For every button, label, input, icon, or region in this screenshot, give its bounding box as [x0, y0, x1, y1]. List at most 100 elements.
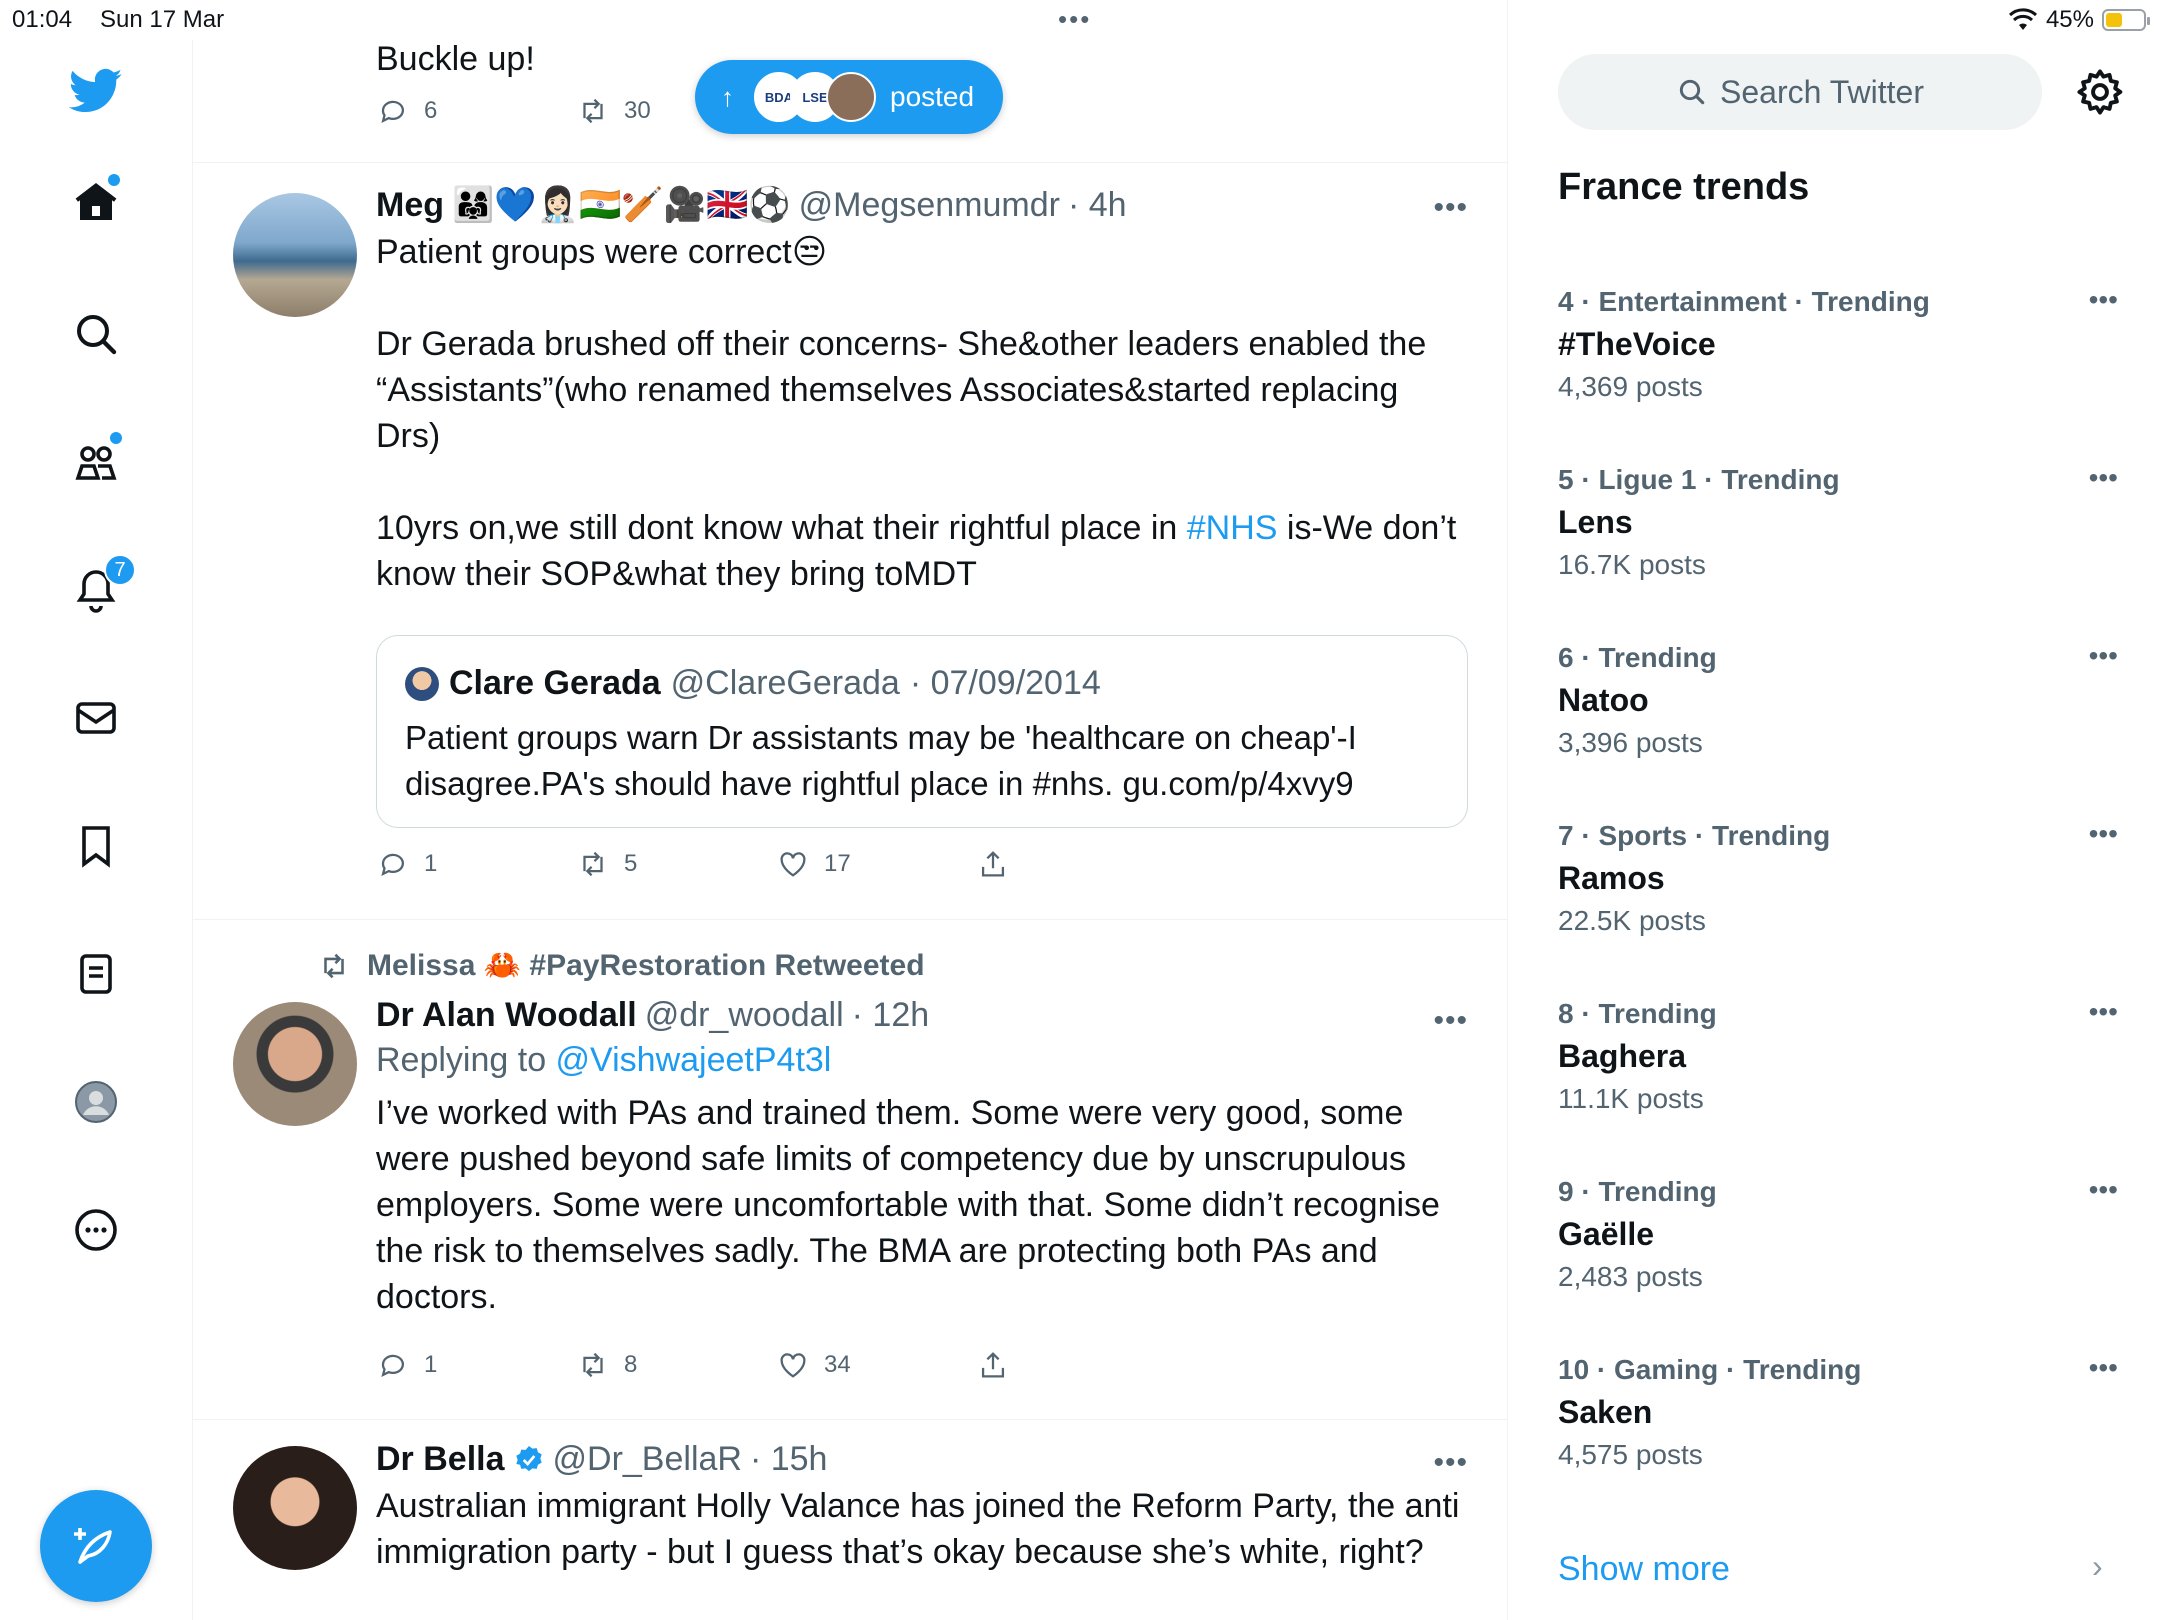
- retweet-button[interactable]: 8: [576, 1348, 776, 1382]
- like-button[interactable]: 34: [776, 1348, 976, 1382]
- tweet[interactable]: ••• Dr Bella @Dr_BellaR · 15h Australian…: [193, 1420, 1507, 1620]
- trend-count: 4,575 posts: [1558, 1439, 1703, 1470]
- share-icon: [981, 851, 1005, 877]
- reply-count: 1: [424, 1351, 438, 1378]
- search-input[interactable]: Search Twitter: [1558, 54, 2042, 130]
- trend-name: Ramos: [1558, 860, 1665, 896]
- author-name[interactable]: Dr Bella: [376, 1440, 505, 1479]
- trend-count: 3,396 posts: [1558, 727, 1703, 758]
- retweet-count: 30: [624, 97, 651, 124]
- trend-name: Baghera: [1558, 1038, 1687, 1074]
- like-button[interactable]: 17: [776, 847, 976, 881]
- trend-meta: 10 · Gaming · Trending: [1558, 1354, 1862, 1385]
- avatar[interactable]: [233, 193, 357, 317]
- author-handle[interactable]: @Megsenmumdr: [799, 186, 1060, 225]
- reply-button[interactable]: 6: [376, 94, 576, 128]
- explore-search-icon[interactable]: [60, 298, 132, 370]
- tweet[interactable]: ••• Meg 👨‍👩‍👧💙👩🏻‍⚕️🇮🇳🏏🎥🇬🇧⚽ @Megsenmumdr …: [193, 163, 1507, 920]
- like-count: 34: [824, 1351, 851, 1378]
- timeline[interactable]: Buckle up! 6 30 ↑ BDA LSE posted ••• Meg: [193, 0, 1508, 1620]
- tweet-time[interactable]: · 15h: [750, 1440, 828, 1479]
- trend-name: #TheVoice: [1558, 326, 1716, 362]
- trend-more-icon[interactable]: •••: [2089, 284, 2118, 316]
- trend-count: 11.1K posts: [1558, 1083, 1704, 1114]
- trend-more-icon[interactable]: •••: [2089, 1352, 2118, 1384]
- quote-author-handle: @ClareGerada: [670, 664, 900, 702]
- retweet-icon: [583, 1352, 603, 1378]
- avatar[interactable]: [233, 1446, 357, 1570]
- status-time: 01:04: [12, 6, 73, 33]
- pill-avatar-person: [826, 72, 876, 122]
- avatar[interactable]: [233, 1002, 357, 1126]
- author-name[interactable]: Dr Alan Woodall: [376, 996, 637, 1035]
- trend-meta: 4 · Entertainment · Trending: [1558, 286, 1930, 317]
- trend-item[interactable]: 7 · Sports · Trending Ramos 22.5K posts …: [1558, 818, 2118, 937]
- para3-text: 10yrs on,we still dont know what their r…: [376, 509, 1187, 547]
- new-posts-pill[interactable]: ↑ BDA LSE posted: [695, 60, 1003, 134]
- share-button[interactable]: [976, 847, 1176, 881]
- tweet-text: Australian immigrant Holly Valance has j…: [376, 1487, 1460, 1571]
- replying-to: Replying to @VishwajeetP4t3l: [376, 1041, 1468, 1080]
- trend-name: Gaëlle: [1558, 1216, 1655, 1252]
- retweet-button[interactable]: 5: [576, 847, 776, 881]
- tweet-time[interactable]: · 12h: [852, 996, 930, 1035]
- trend-more-icon[interactable]: •••: [2089, 640, 2118, 672]
- more-options-icon[interactable]: [60, 1194, 132, 1266]
- bookmarks-icon[interactable]: [60, 810, 132, 882]
- twitter-logo-icon[interactable]: [60, 54, 132, 126]
- reply-icon: [381, 853, 404, 877]
- retweeted-by[interactable]: Melissa 🦀 #PayRestoration Retweeted: [317, 948, 925, 983]
- trend-name: Natoo: [1558, 682, 1649, 718]
- retweet-icon: [583, 98, 603, 124]
- arrow-up-icon: ↑: [721, 81, 734, 112]
- author-name[interactable]: Meg: [376, 186, 444, 225]
- tweet[interactable]: Buckle up! 6 30 ↑ BDA LSE posted: [193, 0, 1507, 163]
- share-button[interactable]: [976, 1348, 1176, 1382]
- profile-avatar-icon[interactable]: [60, 1066, 132, 1138]
- tweet-time[interactable]: · 4h: [1068, 186, 1127, 225]
- messages-mail-icon[interactable]: [60, 682, 132, 754]
- trend-more-icon[interactable]: •••: [2089, 462, 2118, 494]
- quote-date: · 07/09/2014: [909, 664, 1101, 702]
- trend-count: 4,369 posts: [1558, 371, 1703, 402]
- author-handle[interactable]: @Dr_BellaR: [553, 1440, 742, 1479]
- retweet-count: 5: [624, 850, 638, 877]
- trend-item[interactable]: 10 · Gaming · Trending Saken 4,575 posts…: [1558, 1352, 2118, 1471]
- trend-meta: 8 · Trending: [1558, 998, 1717, 1029]
- replying-to-link[interactable]: @VishwajeetP4t3l: [556, 1041, 832, 1079]
- trend-name: Lens: [1558, 504, 1633, 540]
- reply-button[interactable]: 1: [376, 847, 576, 881]
- reply-button[interactable]: 1: [376, 1348, 576, 1382]
- quoted-tweet[interactable]: Clare Gerada @ClareGerada · 07/09/2014 P…: [376, 635, 1468, 828]
- home-icon[interactable]: [60, 166, 132, 238]
- notifications-bell-icon[interactable]: 7: [60, 554, 136, 626]
- quote-avatar: [405, 666, 439, 701]
- compose-tweet-button[interactable]: [40, 1490, 152, 1602]
- reply-icon: [381, 100, 404, 124]
- trend-name: Saken: [1558, 1394, 1653, 1430]
- chevron-right-icon: ›: [2092, 1548, 2103, 1584]
- trend-item[interactable]: 5 · Ligue 1 · Trending Lens 16.7K posts …: [1558, 462, 2118, 581]
- trend-item[interactable]: 4 · Entertainment · Trending #TheVoice 4…: [1558, 284, 2118, 403]
- trend-item[interactable]: 9 · Trending Gaëlle 2,483 posts •••: [1558, 1174, 2118, 1293]
- trend-more-icon[interactable]: •••: [2089, 1174, 2118, 1206]
- lists-icon[interactable]: [60, 938, 132, 1010]
- retweet-count: 8: [624, 1351, 638, 1378]
- show-more-link[interactable]: Show more: [1558, 1550, 1730, 1589]
- tweet-text-para3: 10yrs on,we still dont know what their r…: [376, 505, 1468, 597]
- wifi-icon: [2008, 8, 2037, 30]
- trend-count: 2,483 posts: [1558, 1261, 1703, 1292]
- communities-icon[interactable]: [60, 426, 132, 498]
- tweet[interactable]: Melissa 🦀 #PayRestoration Retweeted ••• …: [193, 920, 1507, 1420]
- trend-meta: 9 · Trending: [1558, 1176, 1717, 1207]
- trend-item[interactable]: 8 · Trending Baghera 11.1K posts •••: [1558, 996, 2118, 1115]
- hashtag-link[interactable]: #NHS: [1187, 509, 1278, 547]
- notifications-badge: 7: [104, 554, 136, 586]
- tweet-text: I’ve worked with PAs and trained them. S…: [376, 1094, 1440, 1316]
- settings-gear-icon[interactable]: [2074, 66, 2126, 118]
- author-handle[interactable]: @dr_woodall: [645, 996, 844, 1035]
- trend-more-icon[interactable]: •••: [2089, 996, 2118, 1028]
- trend-item[interactable]: 6 · Trending Natoo 3,396 posts •••: [1558, 640, 2118, 759]
- trend-more-icon[interactable]: •••: [2089, 818, 2118, 850]
- quote-text: Patient groups warn Dr assistants may be…: [405, 719, 1357, 802]
